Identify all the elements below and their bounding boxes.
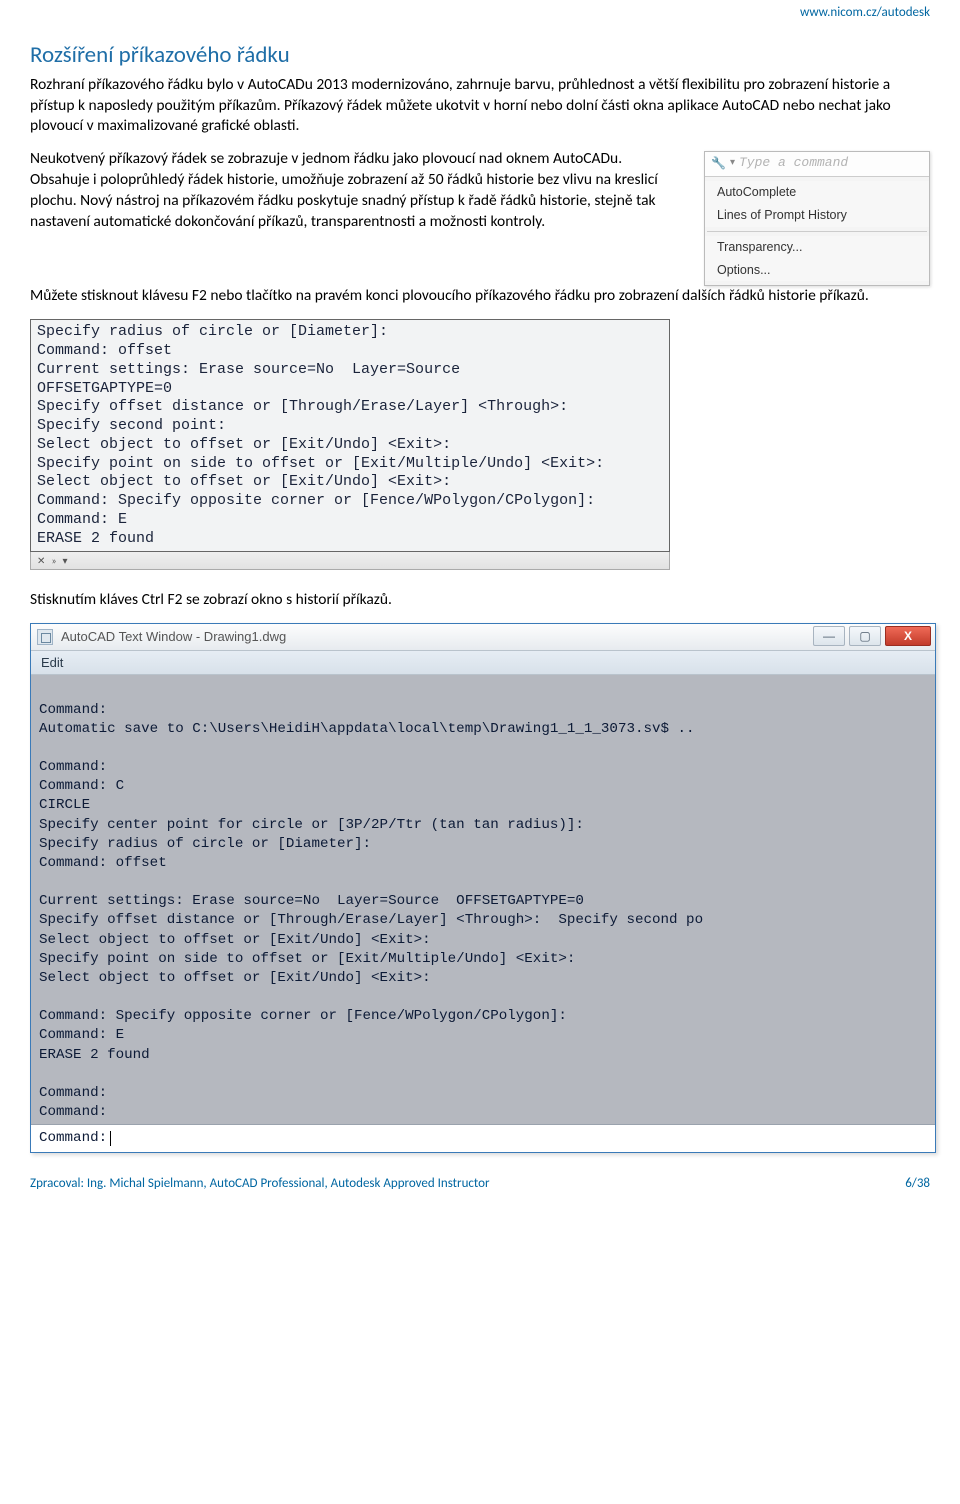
footer-page: 6/38	[905, 1175, 930, 1193]
command-history-box: Specify radius of circle or [Diameter]: …	[30, 319, 670, 552]
text-window-input[interactable]: Command:	[31, 1124, 935, 1152]
commandline-input-row[interactable]: 🔧 ▾ Type a command	[705, 152, 929, 177]
text-cursor	[110, 1131, 111, 1146]
footer-author: Zpracoval: Ing. Michal Spielmann, AutoCA…	[30, 1175, 490, 1193]
menu-item-lines-history[interactable]: Lines of Prompt History	[705, 204, 929, 227]
titlebar: AutoCAD Text Window - Drawing1.dwg — ▢ X	[31, 624, 935, 651]
paragraph-3: Můžete stisknout klávesu F2 nebo tlačítk…	[30, 286, 930, 307]
commandline-toolbar: ✕ » ▾	[30, 552, 670, 570]
chevron-down-icon[interactable]: ▾	[63, 554, 68, 568]
close-button[interactable]: X	[885, 626, 931, 646]
wrench-icon[interactable]: 🔧	[711, 155, 726, 171]
menu-item-autocomplete[interactable]: AutoComplete	[705, 181, 929, 204]
text-window-body: Command: Automatic save to C:\Users\Heid…	[31, 675, 935, 1124]
commandline-placeholder: Type a command	[739, 154, 848, 172]
app-icon	[37, 629, 53, 645]
expand-icon[interactable]: »	[51, 554, 56, 568]
menu-item-transparency[interactable]: Transparency...	[705, 236, 929, 259]
page-heading: Rozšíření příkazového řádku	[30, 40, 930, 71]
chevron-down-icon[interactable]: ▾	[730, 156, 735, 170]
menu-separator	[707, 231, 927, 232]
window-title: AutoCAD Text Window - Drawing1.dwg	[61, 628, 286, 646]
input-prompt: Command:	[39, 1129, 107, 1148]
minimize-button[interactable]: —	[813, 626, 845, 646]
menubar[interactable]: Edit	[31, 651, 935, 676]
menu-item-options[interactable]: Options...	[705, 259, 929, 282]
paragraph-4: Stisknutím kláves Ctrl F2 se zobrazí okn…	[30, 590, 930, 611]
autocad-text-window: AutoCAD Text Window - Drawing1.dwg — ▢ X…	[30, 623, 936, 1153]
paragraph-1: Rozhraní příkazového řádku bylo v AutoCA…	[30, 75, 930, 138]
close-icon[interactable]: ✕	[37, 554, 45, 568]
maximize-button[interactable]: ▢	[849, 626, 881, 646]
header-url: www.nicom.cz/autodesk	[30, 4, 930, 22]
commandline-context-menu: 🔧 ▾ Type a command AutoComplete Lines of…	[704, 151, 930, 286]
